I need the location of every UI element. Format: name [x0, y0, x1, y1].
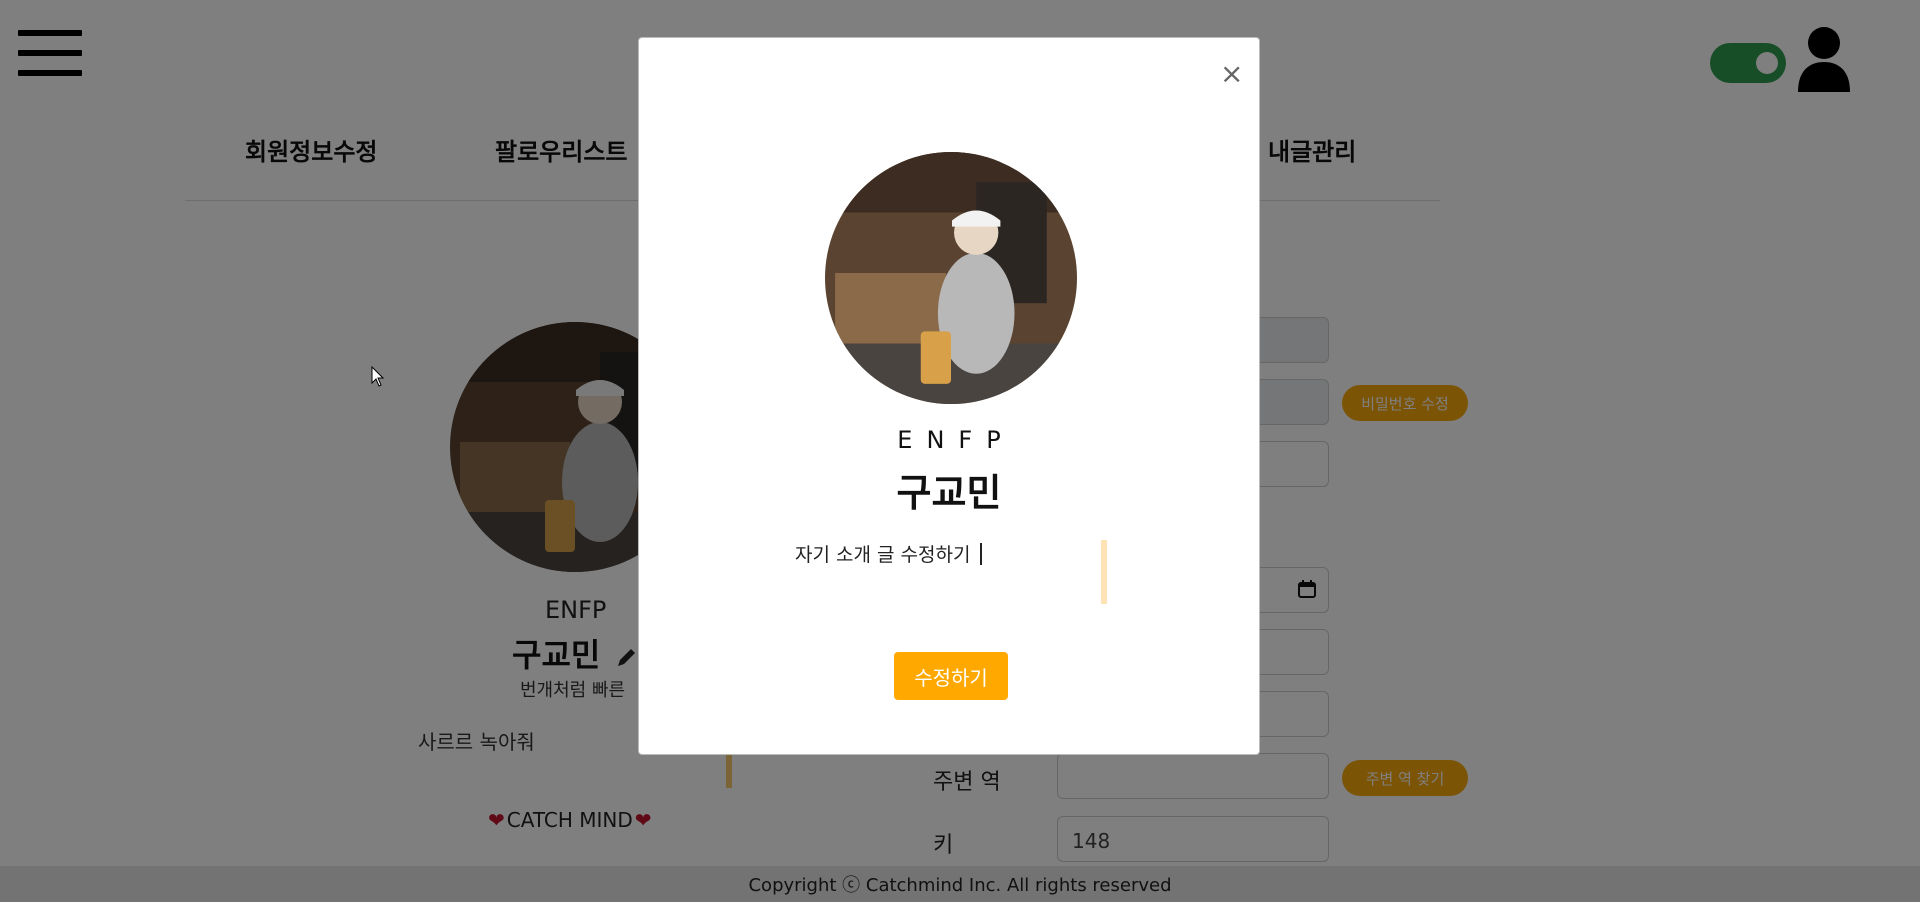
modal-avatar — [825, 152, 1077, 404]
mouse-cursor-icon — [371, 366, 385, 387]
bio-textarea[interactable]: 자기 소개 글 수정하기 — [795, 540, 1107, 604]
text-caret — [980, 543, 982, 565]
close-icon[interactable]: × — [1220, 60, 1243, 88]
edit-bio-modal: × ENFP 구교민 자기 소개 글 수정하기 수정하기 — [638, 37, 1260, 755]
submit-button[interactable]: 수정하기 — [894, 652, 1008, 700]
modal-mbti: ENFP — [897, 426, 1015, 454]
modal-name: 구교민 — [896, 471, 1002, 515]
textarea-scrollbar[interactable] — [1101, 540, 1107, 604]
